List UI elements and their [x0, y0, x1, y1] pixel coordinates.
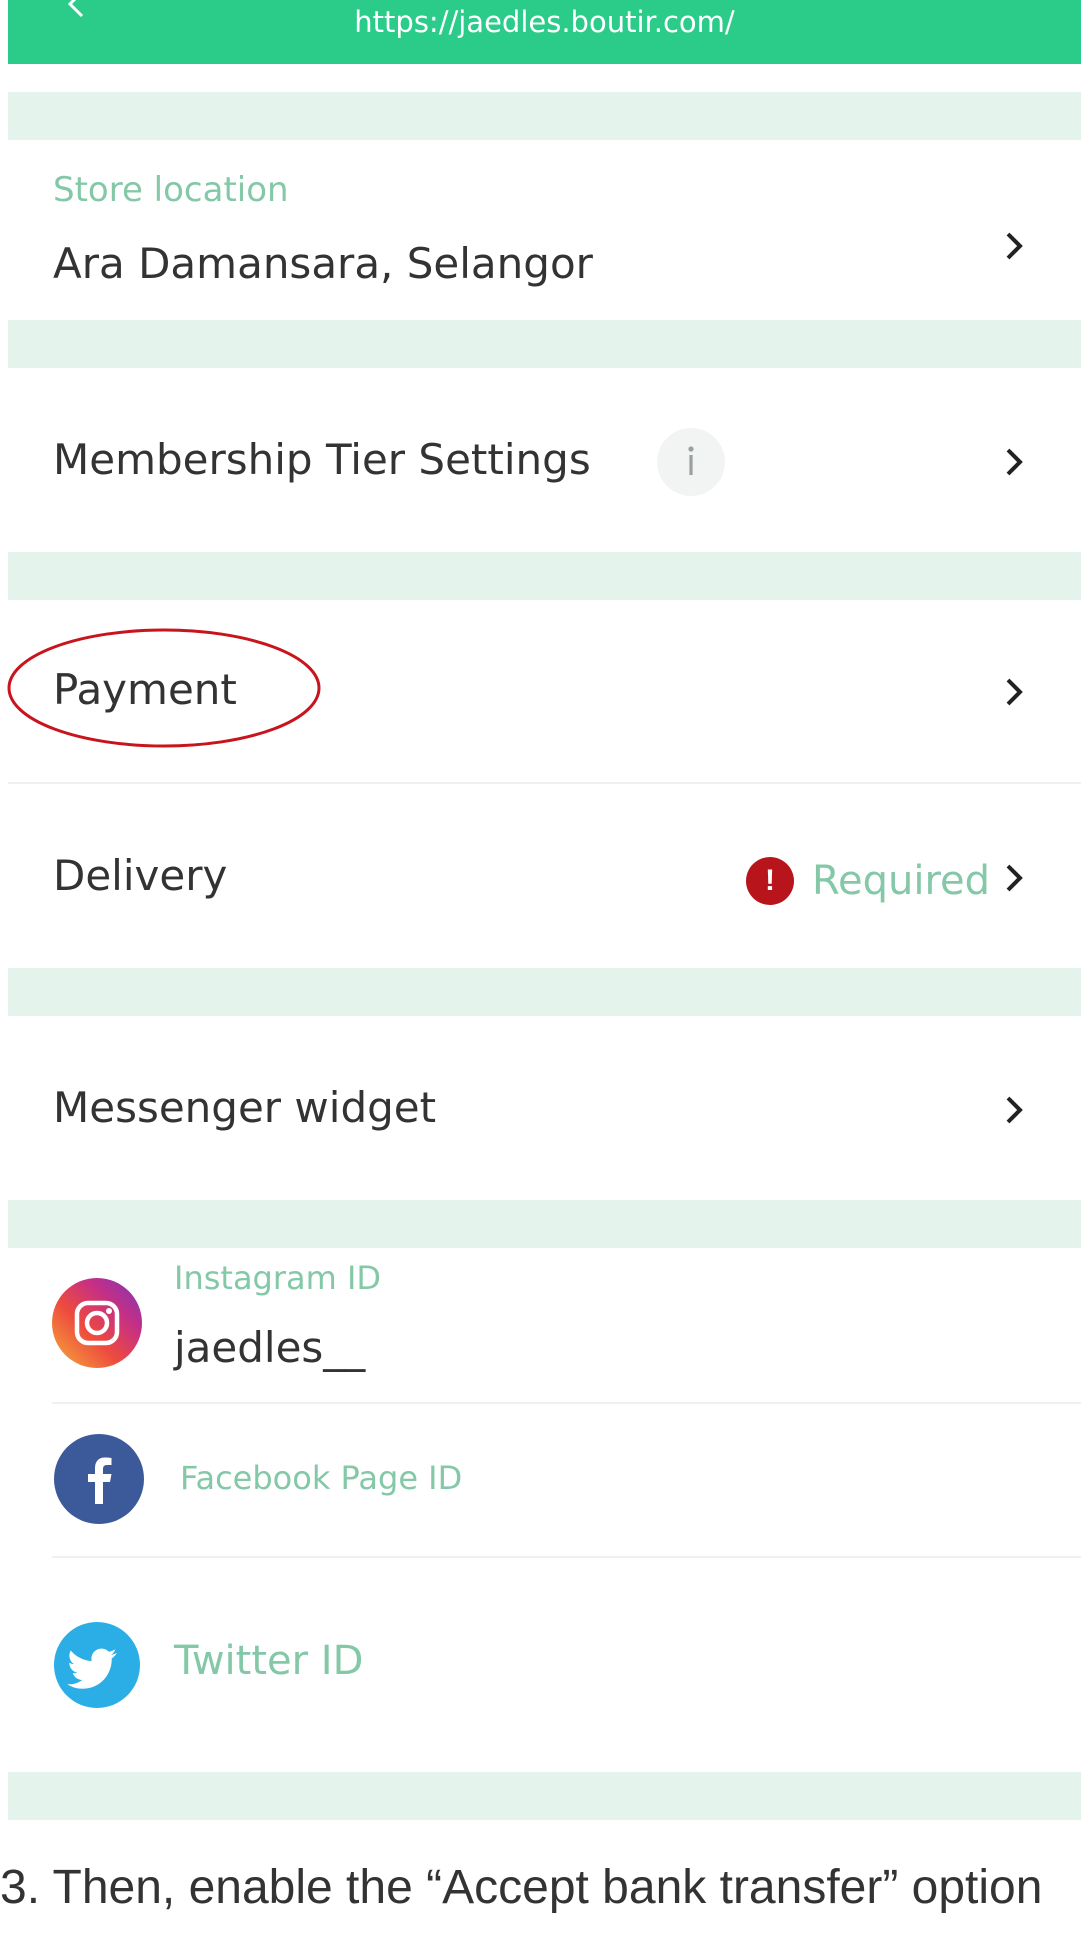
facebook-label: Facebook Page ID	[180, 1459, 463, 1497]
chevron-right-icon	[1006, 448, 1023, 476]
tutorial-caption: 3. Then, enable the “Accept bank transfe…	[0, 1861, 1043, 1914]
instagram-icon	[52, 1278, 142, 1368]
twitter-row[interactable]: Twitter ID	[8, 1558, 1081, 1772]
phone-screen: https://jaedles.boutir.com/ Store locati…	[8, 0, 1081, 1822]
chevron-right-icon	[1006, 864, 1023, 892]
chevron-right-icon	[1006, 1096, 1023, 1124]
instagram-value: jaedles__	[174, 1323, 366, 1372]
url-text: https://jaedles.boutir.com/	[354, 5, 735, 39]
delivery-title: Delivery	[53, 851, 228, 900]
messenger-widget-title: Messenger widget	[53, 1083, 437, 1132]
chevron-right-icon	[1006, 678, 1023, 706]
page: https://jaedles.boutir.com/ Store locati…	[0, 0, 1081, 1937]
messenger-widget-row[interactable]: Messenger widget	[8, 1016, 1081, 1200]
twitter-label: Twitter ID	[174, 1638, 364, 1684]
browser-bar: https://jaedles.boutir.com/	[8, 0, 1081, 64]
membership-tier-title: Membership Tier Settings	[53, 435, 591, 484]
section-gap	[8, 1772, 1081, 1820]
twitter-icon	[54, 1622, 140, 1708]
instagram-label: Instagram ID	[174, 1259, 382, 1297]
alert-icon: !	[746, 857, 794, 905]
facebook-row[interactable]: Facebook Page ID	[8, 1404, 1081, 1556]
store-location-value: Ara Damansara, Selangor	[53, 239, 593, 288]
highlight-circle-annotation	[7, 628, 321, 748]
section-gap	[8, 552, 1081, 600]
info-icon[interactable]	[657, 428, 725, 496]
section-gap	[8, 1200, 1081, 1248]
chevron-right-icon	[1006, 232, 1023, 260]
section-gap	[8, 968, 1081, 1016]
delivery-status: Required	[812, 858, 991, 904]
store-location-row[interactable]: Store location Ara Damansara, Selangor	[8, 140, 1081, 320]
store-location-label: Store location	[53, 170, 289, 210]
membership-tier-row[interactable]: Membership Tier Settings	[8, 368, 1081, 552]
instagram-row[interactable]: Instagram ID jaedles__	[8, 1248, 1081, 1402]
section-gap	[8, 320, 1081, 368]
facebook-icon	[54, 1434, 144, 1524]
section-gap	[8, 92, 1081, 140]
